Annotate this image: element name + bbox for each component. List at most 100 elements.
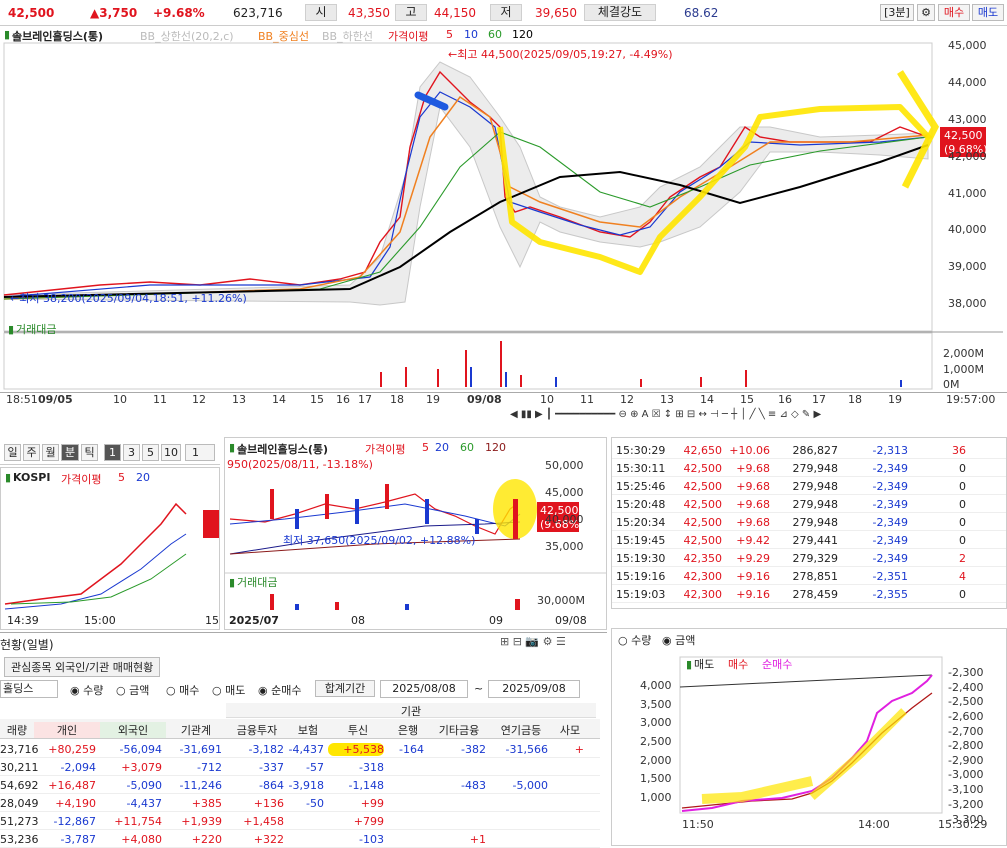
kospi-chart[interactable] bbox=[1, 484, 219, 614]
tab-day[interactable]: 일 bbox=[4, 444, 21, 461]
investor-row[interactable]: 53,236 -3,787 +4,080 +220 +322 -103 +1 bbox=[0, 831, 600, 848]
open-label: 시 bbox=[305, 4, 337, 21]
stock-field[interactable]: 홀딩스 bbox=[0, 680, 58, 698]
investor-row[interactable]: 51,273 -12,867 +11,754 +1,939 +1,458 +799 bbox=[0, 813, 600, 830]
right-tick: -2,900 bbox=[948, 754, 983, 767]
x-tick: 11 bbox=[580, 393, 594, 406]
legend-net: 순매수 bbox=[762, 658, 792, 671]
daily-y-tick: 50,000 bbox=[545, 459, 584, 472]
investor-cell: +4,190 bbox=[55, 797, 96, 810]
investor-cell: -164 bbox=[399, 743, 424, 756]
intraday-chart[interactable]: ▮ 매도 매수 순매수 4,000 3,500 3,000 2,500 2,00… bbox=[612, 653, 1006, 845]
daily-x-tick: 09 bbox=[489, 614, 503, 627]
radio-amount[interactable]: ○ 금액 bbox=[116, 682, 149, 698]
period-select[interactable]: 1 bbox=[185, 444, 215, 461]
gear-icon[interactable]: ⚙ bbox=[917, 4, 935, 21]
trade-cell: 279,948 bbox=[792, 480, 839, 493]
investor-header-cell[interactable]: 기관계 bbox=[166, 722, 226, 738]
current-price: 42,500 bbox=[8, 6, 55, 20]
trades-table: 15:30:29 42,650 +10.06 286,827 -2,313 36 15:30… bbox=[611, 437, 1007, 609]
trade-cell: +9.16 bbox=[736, 570, 770, 583]
trade-cell: -2,349 bbox=[872, 534, 908, 547]
main-price-chart[interactable]: ←최고 44,500(2025/09/05,19:27, -4.49%) ←최저… bbox=[0, 27, 1007, 407]
investor-header-cell[interactable]: 사모 bbox=[552, 722, 588, 738]
intraday-panel: ○ 수량 ◉ 금액 ▮ 매도 매수 순매수 4,000 3,500 3,000 … bbox=[611, 628, 1007, 846]
radio-buy[interactable]: ○ 매수 bbox=[166, 682, 199, 698]
num-1[interactable]: 1 bbox=[104, 444, 121, 461]
volume: 623,716 bbox=[233, 6, 283, 20]
investor-row[interactable]: 23,716 +80,259 -56,094 -31,691 -3,182 -4,437 +… bbox=[0, 741, 600, 758]
trade-cell: 279,948 bbox=[792, 516, 839, 529]
trade-cell: 42,300 bbox=[683, 588, 723, 601]
y-tick: 38,000 bbox=[948, 297, 987, 310]
intraday-x-tick: 14:00 bbox=[858, 818, 890, 831]
intraday-x-tick: 15:30:29 bbox=[938, 818, 987, 831]
open-value: 43,350 bbox=[348, 6, 390, 20]
trade-cell: +10.06 bbox=[729, 444, 770, 457]
investor-header-cell[interactable]: 기타금융 bbox=[428, 722, 490, 738]
buy-button[interactable]: 매수 bbox=[938, 4, 970, 21]
tab-minute[interactable]: 분 bbox=[61, 444, 79, 461]
investor-cell: +16,487 bbox=[48, 779, 96, 792]
tab-tick[interactable]: 틱 bbox=[81, 444, 98, 461]
investor-cell: +322 bbox=[253, 833, 284, 846]
legend-buy: 매수 bbox=[728, 658, 748, 671]
trade-cell: 15:19:45 bbox=[616, 534, 666, 547]
investor-header-cell[interactable]: 금융투자 bbox=[226, 722, 288, 738]
x-tick: 14 bbox=[700, 393, 714, 406]
trade-cell: +9.16 bbox=[736, 588, 770, 601]
investor-row[interactable]: 30,211 -2,094 +3,079 -712 -337 -57 -318 bbox=[0, 759, 600, 776]
kospi-ma20: 20 bbox=[136, 471, 150, 484]
radio-intraday-amount[interactable]: ◉ 금액 bbox=[662, 632, 695, 648]
radio-intraday-qty[interactable]: ○ 수량 bbox=[618, 632, 651, 648]
investor-cell: -864 bbox=[259, 779, 284, 792]
right-tick: -3,100 bbox=[948, 783, 983, 796]
date-from[interactable]: 2025/08/08 bbox=[380, 680, 468, 698]
investor-header-cell[interactable]: 은행 bbox=[388, 722, 428, 738]
investor-cell: -4,437 bbox=[126, 797, 162, 810]
investor-header-cell[interactable]: 연기금등 bbox=[490, 722, 552, 738]
radio-sell[interactable]: ○ 매도 bbox=[212, 682, 245, 698]
trade-cell: 42,500 bbox=[683, 462, 723, 475]
sell-button[interactable]: 매도 bbox=[972, 4, 1004, 21]
tab-month[interactable]: 월 bbox=[42, 444, 59, 461]
radio-net[interactable]: ◉ 순매수 bbox=[258, 682, 301, 698]
vol-tick: 2,000M bbox=[943, 347, 984, 360]
tab-week[interactable]: 주 bbox=[23, 444, 40, 461]
x-tick: 16 bbox=[778, 393, 792, 406]
trade-cell: 286,827 bbox=[792, 444, 839, 457]
investor-row[interactable]: 54,692 +16,487 -5,090 -11,246 -864 -3,918 -1,1… bbox=[0, 777, 600, 794]
investor-header-cell[interactable]: 보험 bbox=[288, 722, 328, 738]
num-5[interactable]: 5 bbox=[142, 444, 159, 461]
trade-cell: 0 bbox=[959, 588, 966, 601]
investor-header-cell[interactable]: 개인 bbox=[34, 722, 100, 738]
interval-button[interactable]: [3분] bbox=[880, 4, 914, 21]
investor-header-cell[interactable]: 투신 bbox=[328, 722, 388, 738]
num-3[interactable]: 3 bbox=[123, 444, 140, 461]
left-tick: 3,500 bbox=[640, 698, 672, 711]
low-value: 39,650 bbox=[535, 6, 577, 20]
investor-icons[interactable]: ⊞ ⊟ 📷 ⚙ ☰ bbox=[500, 635, 566, 648]
investor-cell: +799 bbox=[353, 815, 384, 828]
trade-cell: 42,350 bbox=[683, 552, 723, 565]
investor-row[interactable]: 28,049 +4,190 -4,437 +385 +136 -50 +99 bbox=[0, 795, 600, 812]
x-tick: 17 bbox=[812, 393, 826, 406]
x-tick: 14 bbox=[272, 393, 286, 406]
investor-tab[interactable]: 관심종목 외국인/기관 매매현황 bbox=[4, 657, 161, 677]
trade-cell: 0 bbox=[959, 534, 966, 547]
vol-tick: 1,000M bbox=[943, 363, 984, 376]
investor-cell: -3,182 bbox=[248, 743, 284, 756]
x-tick: 18 bbox=[848, 393, 862, 406]
right-tick: -2,300 bbox=[948, 666, 983, 679]
investor-header-cell[interactable]: 외국인 bbox=[100, 722, 166, 738]
date-to[interactable]: 2025/09/08 bbox=[488, 680, 580, 698]
radio-qty[interactable]: ◉ 수량 bbox=[70, 682, 103, 698]
investor-header-cell[interactable]: 래량 bbox=[0, 722, 34, 738]
daily-x-tick: 2025/07 bbox=[229, 614, 279, 627]
num-10[interactable]: 10 bbox=[161, 444, 181, 461]
x-tick: 09/05 bbox=[38, 393, 73, 406]
investor-cell: +1,458 bbox=[243, 815, 284, 828]
period-selector: 일 주 월 분 틱 1 3 5 10 1 bbox=[0, 441, 220, 465]
price-change: ▲3,750 bbox=[90, 6, 138, 20]
chart-toolbar[interactable]: ◀ ▮▮ ▶ ┃ ━━━━━━━━━━ ⊖ ⊕ A ☒ ↕ ⊞ ⊟ ↔ ⊣ ─ … bbox=[510, 409, 1007, 423]
